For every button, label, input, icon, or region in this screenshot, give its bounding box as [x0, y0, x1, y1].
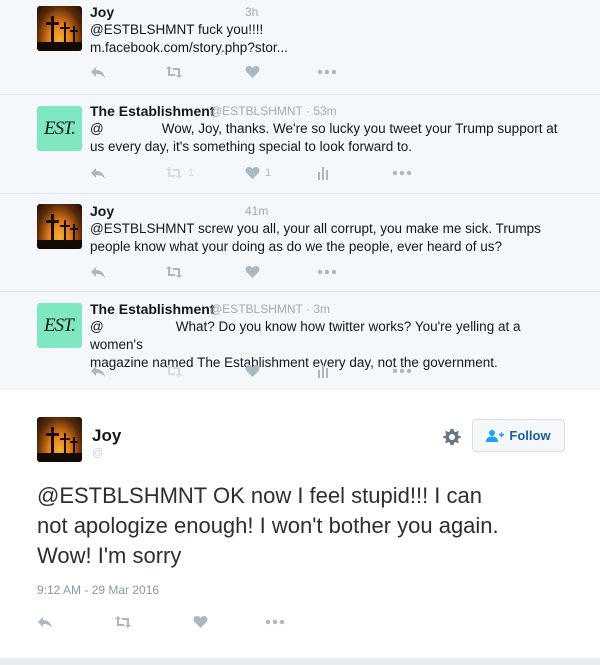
author-handle[interactable]: @	[92, 447, 103, 459]
tweet-time[interactable]: · 53m	[306, 104, 337, 118]
author-name[interactable]: The Establishment	[90, 301, 214, 317]
reply-icon[interactable]	[90, 165, 106, 181]
author-handle[interactable]: @ESTBLSHMNT	[210, 302, 303, 316]
like-icon[interactable]	[245, 264, 260, 280]
establishment-logo: EST.	[43, 314, 76, 336]
reply-icon[interactable]	[90, 363, 106, 379]
more-icon[interactable]	[392, 165, 412, 181]
crosses-icon	[37, 16, 82, 51]
bottom-divider	[0, 658, 600, 665]
retweet-icon[interactable]	[165, 363, 183, 379]
tweet-text-line: @ESTBLSHMNT fuck you!!!!	[90, 22, 264, 37]
tweet-time[interactable]: 3h	[245, 5, 258, 19]
tweet-text: @ESTBLSHMNT screw you all, your all corr…	[90, 220, 570, 256]
tweet-text-line: What? Do you know how twitter works? You…	[90, 319, 521, 352]
retweet-icon[interactable]	[165, 64, 183, 80]
tweet-4[interactable]: EST. The Establishment @ESTBLSHMNT · 3m …	[0, 292, 600, 390]
mention-link[interactable]: @	[90, 319, 104, 334]
establishment-logo: EST.	[43, 117, 76, 139]
author-name[interactable]: Joy	[90, 4, 114, 20]
crosses-icon	[37, 427, 82, 462]
tweet-2[interactable]: EST. The Establishment @ESTBLSHMNT · 53m…	[0, 95, 600, 194]
tweet-1[interactable]: Joy 3h @ESTBLSHMNT fuck you!!!! m.facebo…	[0, 0, 600, 95]
tweet-text-line: @ESTBLSHMNT screw you all, your all corr…	[90, 221, 541, 236]
retweet-icon	[166, 167, 182, 179]
crosses-icon	[37, 214, 82, 249]
mention-link[interactable]: @	[90, 121, 104, 136]
analytics-icon[interactable]	[317, 363, 329, 379]
tweet-text: @ What? Do you know how twitter works? Yo…	[90, 318, 570, 372]
more-icon[interactable]	[317, 264, 337, 280]
main-tweet-line: not apologize enough! I won't bother you…	[37, 513, 499, 538]
reply-icon[interactable]	[37, 614, 53, 630]
like-icon[interactable]	[245, 363, 260, 379]
like-count: 1	[265, 167, 272, 179]
author-name[interactable]: The Establishment	[90, 103, 214, 119]
author-name[interactable]: Joy	[92, 426, 121, 446]
add-user-icon	[486, 430, 505, 442]
like-icon[interactable]	[193, 614, 208, 630]
reply-icon[interactable]	[90, 64, 106, 80]
gear-icon[interactable]	[443, 428, 461, 451]
joy-avatar[interactable]	[37, 204, 82, 249]
author-name[interactable]: Joy	[90, 203, 114, 219]
main-tweet-line: Wow! I'm sorry	[37, 543, 182, 568]
tweet-link[interactable]: m.facebook.com/story.php?stor...	[90, 39, 570, 57]
tweet-time[interactable]: 41m	[245, 204, 268, 218]
tweet-text: @ Wow, Joy, thanks. We're so lucky you tw…	[90, 120, 570, 156]
main-tweet: Joy @ Follow @ESTBLSHMNT OK now I feel s…	[0, 390, 600, 658]
tweet-text-line: people know what your doing as do we the…	[90, 239, 503, 254]
joy-avatar[interactable]	[37, 6, 82, 51]
follow-button[interactable]: Follow	[472, 419, 565, 452]
main-tweet-text: @ESTBLSHMNT OK now I feel stupid!!! I ca…	[37, 481, 577, 571]
retweet-icon[interactable]	[114, 614, 132, 630]
retweet-icon[interactable]	[165, 264, 183, 280]
timestamp[interactable]: 9:12 AM - 29 Mar 2016	[37, 583, 159, 597]
tweet-text-line: us every day, it's something special to …	[90, 139, 412, 154]
tweet-3[interactable]: Joy 41m @ESTBLSHMNT screw you all, your …	[0, 194, 600, 292]
tweet-time[interactable]: · 3m	[306, 302, 330, 316]
more-icon[interactable]	[317, 64, 337, 80]
retweet-count: 1	[188, 167, 195, 179]
joy-avatar[interactable]	[37, 417, 82, 462]
like-button[interactable]: 1	[245, 165, 271, 181]
more-icon[interactable]	[392, 363, 412, 379]
like-icon	[245, 167, 260, 179]
like-icon[interactable]	[245, 64, 260, 80]
establishment-avatar[interactable]: EST.	[37, 303, 82, 348]
tweet-text: @ESTBLSHMNT fuck you!!!! m.facebook.com/…	[90, 21, 570, 57]
reply-icon[interactable]	[90, 264, 106, 280]
retweet-button[interactable]: 1	[165, 165, 194, 181]
follow-label: Follow	[509, 428, 551, 443]
more-icon[interactable]	[265, 614, 285, 630]
analytics-icon[interactable]	[317, 165, 329, 181]
author-handle[interactable]: @ESTBLSHMNT	[210, 104, 303, 118]
establishment-avatar[interactable]: EST.	[37, 106, 82, 151]
tweet-text-line: magazine named The Establishment every d…	[90, 355, 498, 370]
main-tweet-line: @ESTBLSHMNT OK now I feel stupid!!! I ca…	[37, 483, 482, 508]
tweet-text-line: Wow, Joy, thanks. We're so lucky you twe…	[161, 121, 558, 136]
